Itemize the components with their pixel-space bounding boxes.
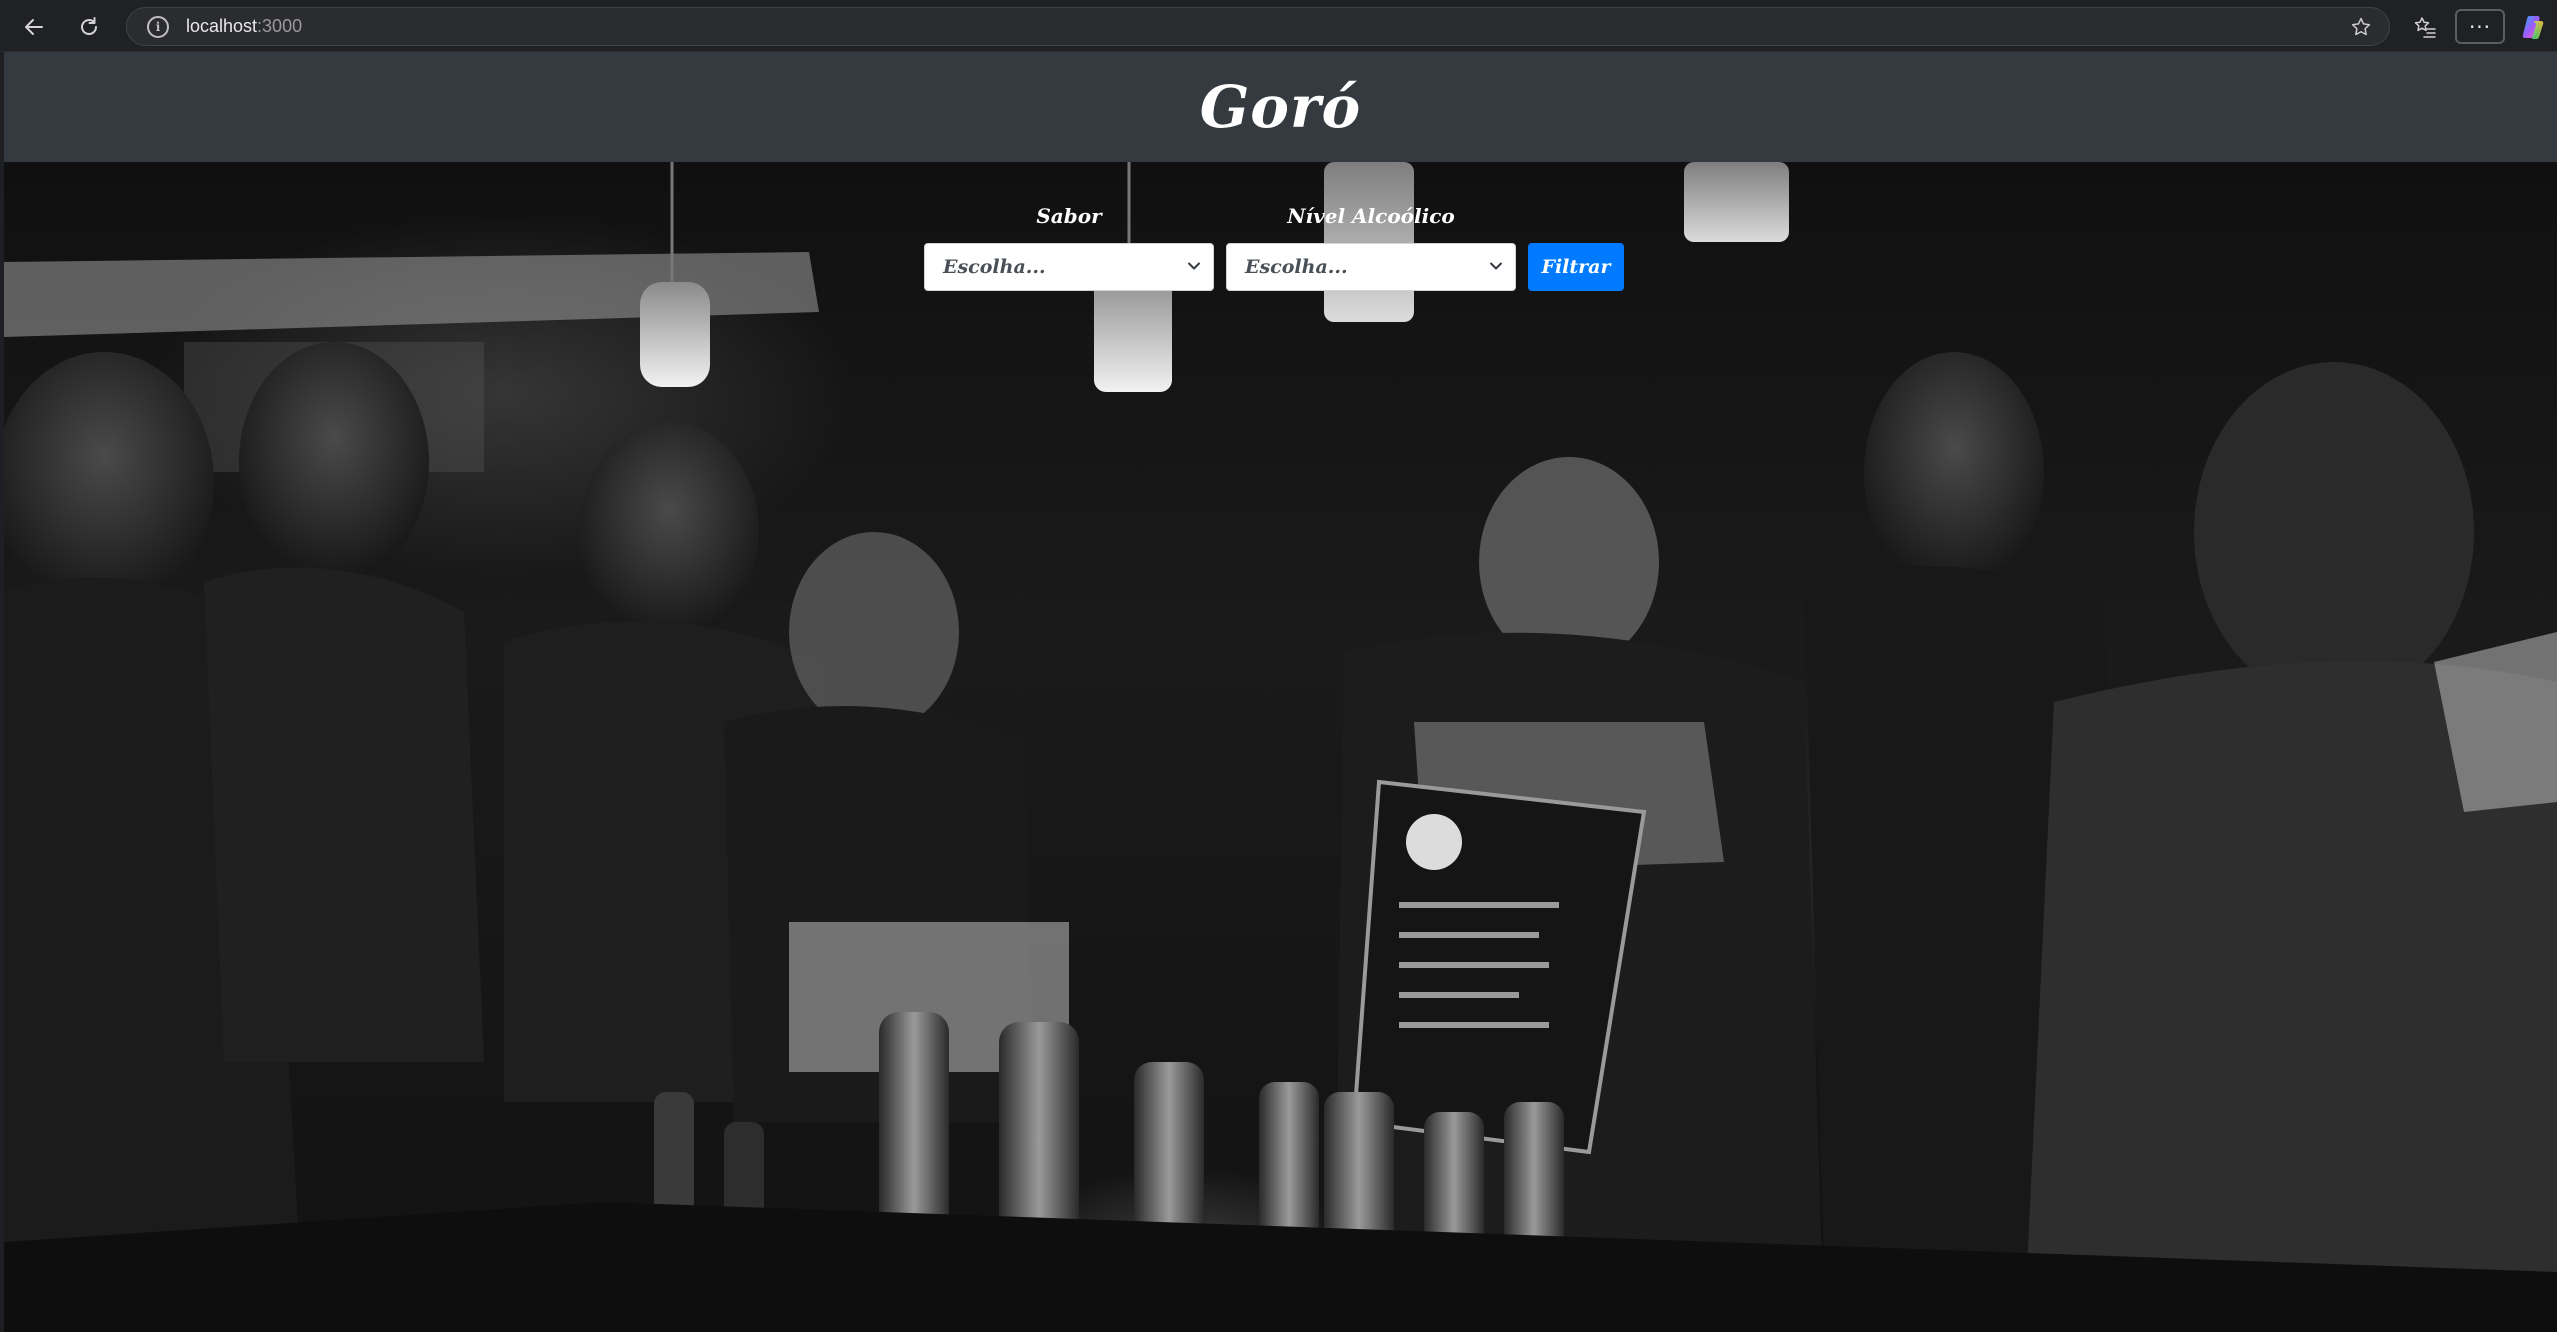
nivel-alcoolico-select[interactable]: Escolha... — [1226, 243, 1516, 291]
favorites-list-icon — [2414, 17, 2436, 38]
reload-icon — [81, 17, 97, 35]
url-text[interactable]: localhost:3000 — [186, 16, 302, 37]
nivel-select-value: Escolha... — [1245, 256, 1348, 278]
url-host: localhost — [186, 16, 258, 36]
star-icon — [2351, 17, 2371, 36]
more-options-button[interactable]: ··· — [2455, 9, 2505, 44]
browser-toolbar: i localhost:3000 ··· — [0, 0, 2557, 52]
brand-logo[interactable]: Goró — [1200, 73, 1361, 141]
arrow-left-icon — [25, 19, 43, 35]
chevron-down-icon — [1490, 262, 1502, 270]
top-navbar: Goró — [4, 52, 2557, 162]
nivel-alcoolico-label: Nível Alcoólico — [1287, 204, 1455, 228]
copilot-icon — [2522, 16, 2544, 39]
filtrar-button[interactable]: Filtrar — [1528, 243, 1624, 291]
sabor-label: Sabor — [1036, 204, 1102, 228]
url-port: :3000 — [257, 16, 303, 36]
reload-button[interactable] — [72, 10, 106, 44]
favorites-button[interactable] — [2408, 10, 2442, 44]
bookmark-star-button[interactable] — [2348, 14, 2374, 40]
back-button[interactable] — [17, 10, 51, 44]
copilot-button[interactable] — [2518, 11, 2550, 43]
hero-background: Sabor Nível Alcoólico Escolha... Escolha… — [4, 162, 2557, 1332]
site-info-icon[interactable]: i — [147, 16, 169, 38]
sabor-select[interactable]: Escolha... — [924, 243, 1214, 291]
filter-form: Sabor Nível Alcoólico Escolha... Escolha… — [4, 162, 2557, 362]
chevron-down-icon — [1188, 262, 1200, 270]
address-bar[interactable]: i localhost:3000 — [126, 7, 2390, 46]
page-viewport: Goró Sabor Nível Alcoólico Escolha... Es… — [4, 52, 2557, 1332]
sabor-select-value: Escolha... — [943, 256, 1046, 278]
more-options-label: ··· — [2468, 14, 2492, 39]
